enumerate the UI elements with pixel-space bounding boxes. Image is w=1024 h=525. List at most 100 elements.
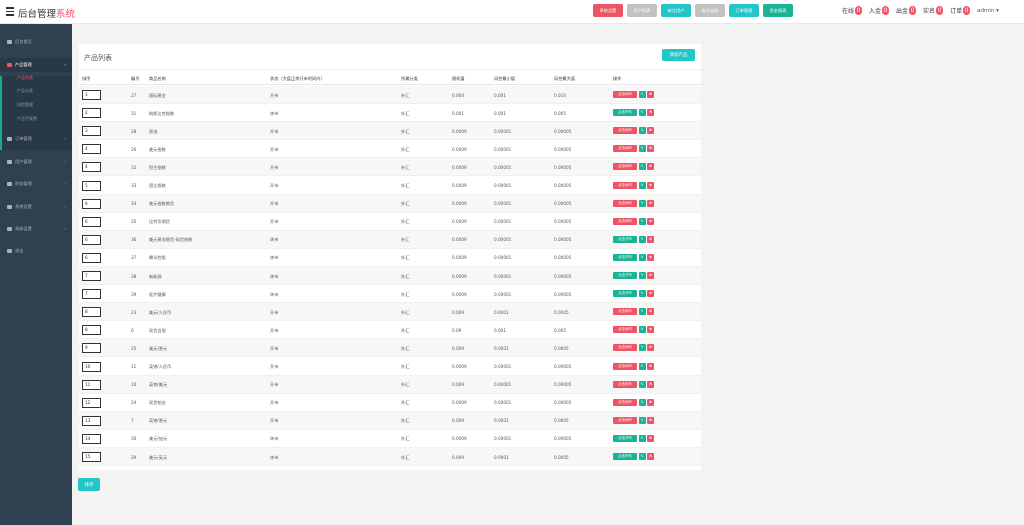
trash-icon[interactable]: ✖	[647, 380, 654, 388]
header-button-2[interactable]: 新注用户	[661, 4, 691, 17]
sort-input[interactable]: 15	[82, 452, 101, 462]
edit-icon[interactable]: ✎	[638, 380, 646, 388]
trash-icon[interactable]: ✖	[647, 398, 654, 406]
sidebar-subitem-2[interactable]: 风控管理	[17, 102, 33, 108]
close-market-button[interactable]: 点击休市	[613, 398, 637, 406]
trash-icon[interactable]: ✖	[647, 453, 654, 460]
edit-icon[interactable]: ✎	[638, 109, 646, 117]
close-market-button[interactable]: 点击休市	[613, 217, 637, 225]
header-button-3[interactable]: 账号出款	[695, 4, 725, 17]
close-market-button[interactable]: 点击休市	[613, 163, 637, 171]
edit-icon[interactable]: ✎	[638, 91, 646, 98]
edit-icon[interactable]: ✎	[638, 326, 646, 334]
sidebar-item-3[interactable]: 用户管理 ‹	[0, 155, 72, 169]
open-market-button[interactable]: 点击开市	[613, 235, 637, 243]
stat-4[interactable]: 订单 0	[950, 6, 971, 15]
edit-icon[interactable]: ✎	[638, 217, 646, 225]
sort-input[interactable]: 2	[82, 108, 101, 119]
trash-icon[interactable]: ✖	[647, 145, 654, 153]
sort-input[interactable]: 12	[82, 397, 101, 408]
open-market-button[interactable]: 点击开市	[613, 453, 637, 460]
header-button-0[interactable]: 系统设置	[593, 4, 623, 17]
stat-0[interactable]: 在线 0	[842, 6, 863, 15]
trash-icon[interactable]: ✖	[647, 434, 654, 442]
sort-input[interactable]: 14	[82, 433, 101, 444]
open-market-button[interactable]: 点击开市	[613, 290, 637, 298]
sort-input[interactable]: 1	[82, 90, 101, 100]
stat-3[interactable]: 实名 0	[923, 6, 944, 15]
sort-input[interactable]: 13	[82, 415, 101, 426]
sidebar-item-0[interactable]: 后台首页	[0, 35, 72, 49]
sort-input[interactable]: 6	[82, 216, 101, 227]
sidebar-item-7[interactable]: 退出	[0, 244, 72, 258]
sort-input[interactable]: 11	[82, 379, 101, 390]
edit-icon[interactable]: ✎	[638, 235, 646, 243]
edit-icon[interactable]: ✎	[638, 453, 646, 460]
sidebar-item-2[interactable]: 订单管理 ‹	[0, 132, 72, 146]
trash-icon[interactable]: ✖	[647, 272, 654, 279]
close-market-button[interactable]: 点击休市	[613, 127, 637, 135]
trash-icon[interactable]: ✖	[647, 362, 654, 370]
edit-icon[interactable]: ✎	[638, 398, 646, 406]
edit-icon[interactable]: ✎	[638, 127, 646, 135]
sort-input[interactable]: 10	[82, 361, 101, 372]
close-market-button[interactable]: 点击休市	[613, 199, 637, 207]
trash-icon[interactable]: ✖	[647, 217, 654, 225]
trash-icon[interactable]: ✖	[647, 181, 654, 189]
edit-icon[interactable]: ✎	[638, 163, 646, 171]
close-market-button[interactable]: 点击休市	[613, 181, 637, 189]
stat-2[interactable]: 出金 0	[896, 6, 917, 15]
close-market-button[interactable]: 点击休市	[613, 91, 637, 98]
menu-icon[interactable]	[6, 7, 14, 16]
edit-icon[interactable]: ✎	[638, 416, 646, 424]
sort-input[interactable]: 6	[82, 198, 101, 209]
open-market-button[interactable]: 点击开市	[613, 253, 637, 261]
edit-icon[interactable]: ✎	[638, 290, 646, 298]
trash-icon[interactable]: ✖	[647, 344, 654, 352]
sort-input[interactable]: 8	[82, 325, 101, 336]
edit-icon[interactable]: ✎	[638, 145, 646, 153]
sort-input[interactable]: 9	[82, 343, 101, 354]
open-market-button[interactable]: 点击开市	[613, 434, 637, 442]
trash-icon[interactable]: ✖	[647, 308, 654, 316]
user-menu[interactable]: admin ▾	[977, 8, 999, 14]
trash-icon[interactable]: ✖	[647, 109, 654, 117]
stat-1[interactable]: 入金 0	[869, 6, 890, 15]
trash-icon[interactable]: ✖	[647, 163, 654, 171]
sidebar-subitem-3[interactable]: 产品手续费	[17, 116, 37, 122]
sidebar-subitem-0[interactable]: 产品列表	[17, 75, 33, 81]
close-market-button[interactable]: 点击休市	[613, 308, 637, 316]
edit-icon[interactable]: ✎	[638, 308, 646, 316]
sort-input[interactable]: 7	[82, 289, 101, 300]
header-button-1[interactable]: 用户列表	[627, 4, 657, 17]
edit-icon[interactable]: ✎	[638, 344, 646, 352]
add-product-button[interactable]: 添加产品	[662, 49, 695, 61]
close-market-button[interactable]: 点击休市	[613, 145, 637, 153]
sidebar-item-1[interactable]: 产品管理 ‹	[0, 58, 72, 72]
sort-input[interactable]: 5	[82, 180, 101, 191]
sort-input[interactable]: 4	[82, 144, 101, 155]
sort-button[interactable]: 排序	[78, 478, 100, 491]
close-market-button[interactable]: 点击休市	[613, 380, 637, 388]
edit-icon[interactable]: ✎	[638, 253, 646, 261]
sidebar-item-6[interactable]: 高级设置 ‹	[0, 222, 72, 236]
edit-icon[interactable]: ✎	[638, 181, 646, 189]
sort-input[interactable]: 4	[82, 162, 101, 173]
edit-icon[interactable]: ✎	[638, 362, 646, 370]
sort-input[interactable]: 8	[82, 307, 101, 318]
header-button-5[interactable]: 资金报表	[763, 4, 793, 17]
sidebar-subitem-1[interactable]: 产品分类	[17, 88, 33, 94]
edit-icon[interactable]: ✎	[638, 199, 646, 207]
edit-icon[interactable]: ✎	[638, 272, 646, 279]
sort-input[interactable]: 3	[82, 126, 101, 137]
sidebar-item-4[interactable]: 财务管理 ‹	[0, 177, 72, 191]
open-market-button[interactable]: 点击开市	[613, 272, 637, 279]
trash-icon[interactable]: ✖	[647, 253, 654, 261]
trash-icon[interactable]: ✖	[647, 326, 654, 334]
trash-icon[interactable]: ✖	[647, 235, 654, 243]
trash-icon[interactable]: ✖	[647, 127, 654, 135]
trash-icon[interactable]: ✖	[647, 290, 654, 298]
header-button-4[interactable]: 订单管理	[729, 4, 759, 17]
sidebar-item-5[interactable]: 系统设置 ‹	[0, 200, 72, 214]
close-market-button[interactable]: 点击休市	[613, 416, 637, 424]
